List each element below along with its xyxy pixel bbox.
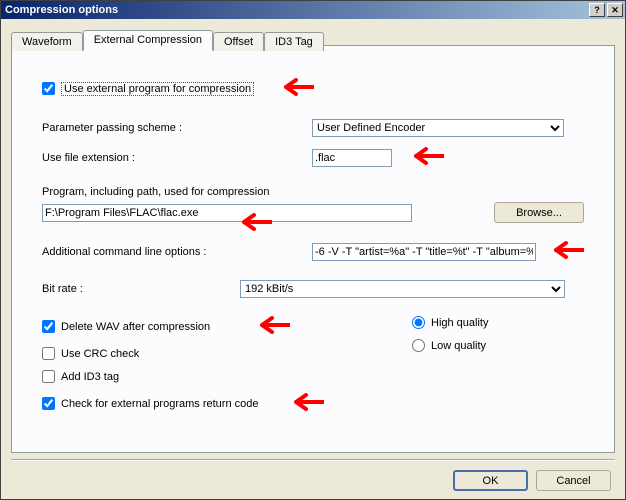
tab-waveform[interactable]: Waveform [11,32,83,51]
additional-cmd-label: Additional command line options : [42,246,312,258]
use-crc-label: Use CRC check [61,348,139,360]
arrow-icon [232,222,272,234]
bitrate-select[interactable]: 192 kBit/s [240,280,565,298]
tab-panel: Use external program for compression Par… [11,45,615,453]
close-button[interactable]: ✕ [607,3,623,17]
arrow-icon [250,316,290,337]
program-path-input[interactable] [42,204,412,222]
use-crc-checkbox[interactable] [42,347,55,360]
arrow-icon [274,78,314,99]
row-use-external: Use external program for compression [42,78,584,99]
arrow-icon [404,147,444,168]
high-quality-label: High quality [431,317,488,329]
use-external-checkbox[interactable] [42,82,55,95]
param-scheme-select[interactable]: User Defined Encoder [312,119,564,137]
ok-button[interactable]: OK [453,470,528,491]
arrow-icon [284,393,324,414]
window-controls: ? ✕ [589,3,623,17]
tab-strip: Waveform External Compression Offset ID3… [11,29,615,50]
check-return-checkbox[interactable] [42,397,55,410]
separator-line [11,459,615,461]
high-quality-radio[interactable] [412,316,425,329]
tab-offset[interactable]: Offset [213,32,264,51]
low-quality-radio[interactable] [412,339,425,352]
delete-wav-label: Delete WAV after compression [61,321,210,333]
use-ext-label: Use file extension : [42,152,312,164]
tab-id3-tag[interactable]: ID3 Tag [264,32,324,51]
dialog-window: Compression options ? ✕ Waveform Externa… [0,0,626,500]
file-extension-input[interactable] [312,149,392,167]
title-bar: Compression options ? ✕ [1,1,625,19]
param-scheme-label: Parameter passing scheme : [42,122,312,134]
browse-button[interactable]: Browse... [494,202,584,223]
low-quality-label: Low quality [431,340,486,352]
arrow-icon [544,241,584,262]
dialog-footer: OK Cancel [453,470,611,491]
program-path-label: Program, including path, used for compre… [42,186,269,198]
tab-external-compression[interactable]: External Compression [83,30,213,51]
help-button[interactable]: ? [589,3,605,17]
window-title: Compression options [3,4,589,16]
cancel-button[interactable]: Cancel [536,470,611,491]
use-external-label: Use external program for compression [61,82,254,96]
check-return-label: Check for external programs return code [61,398,258,410]
delete-wav-checkbox[interactable] [42,320,55,333]
bitrate-label: Bit rate : [42,283,240,295]
additional-cmd-input[interactable] [312,243,536,261]
add-id3-checkbox[interactable] [42,370,55,383]
add-id3-label: Add ID3 tag [61,371,119,383]
